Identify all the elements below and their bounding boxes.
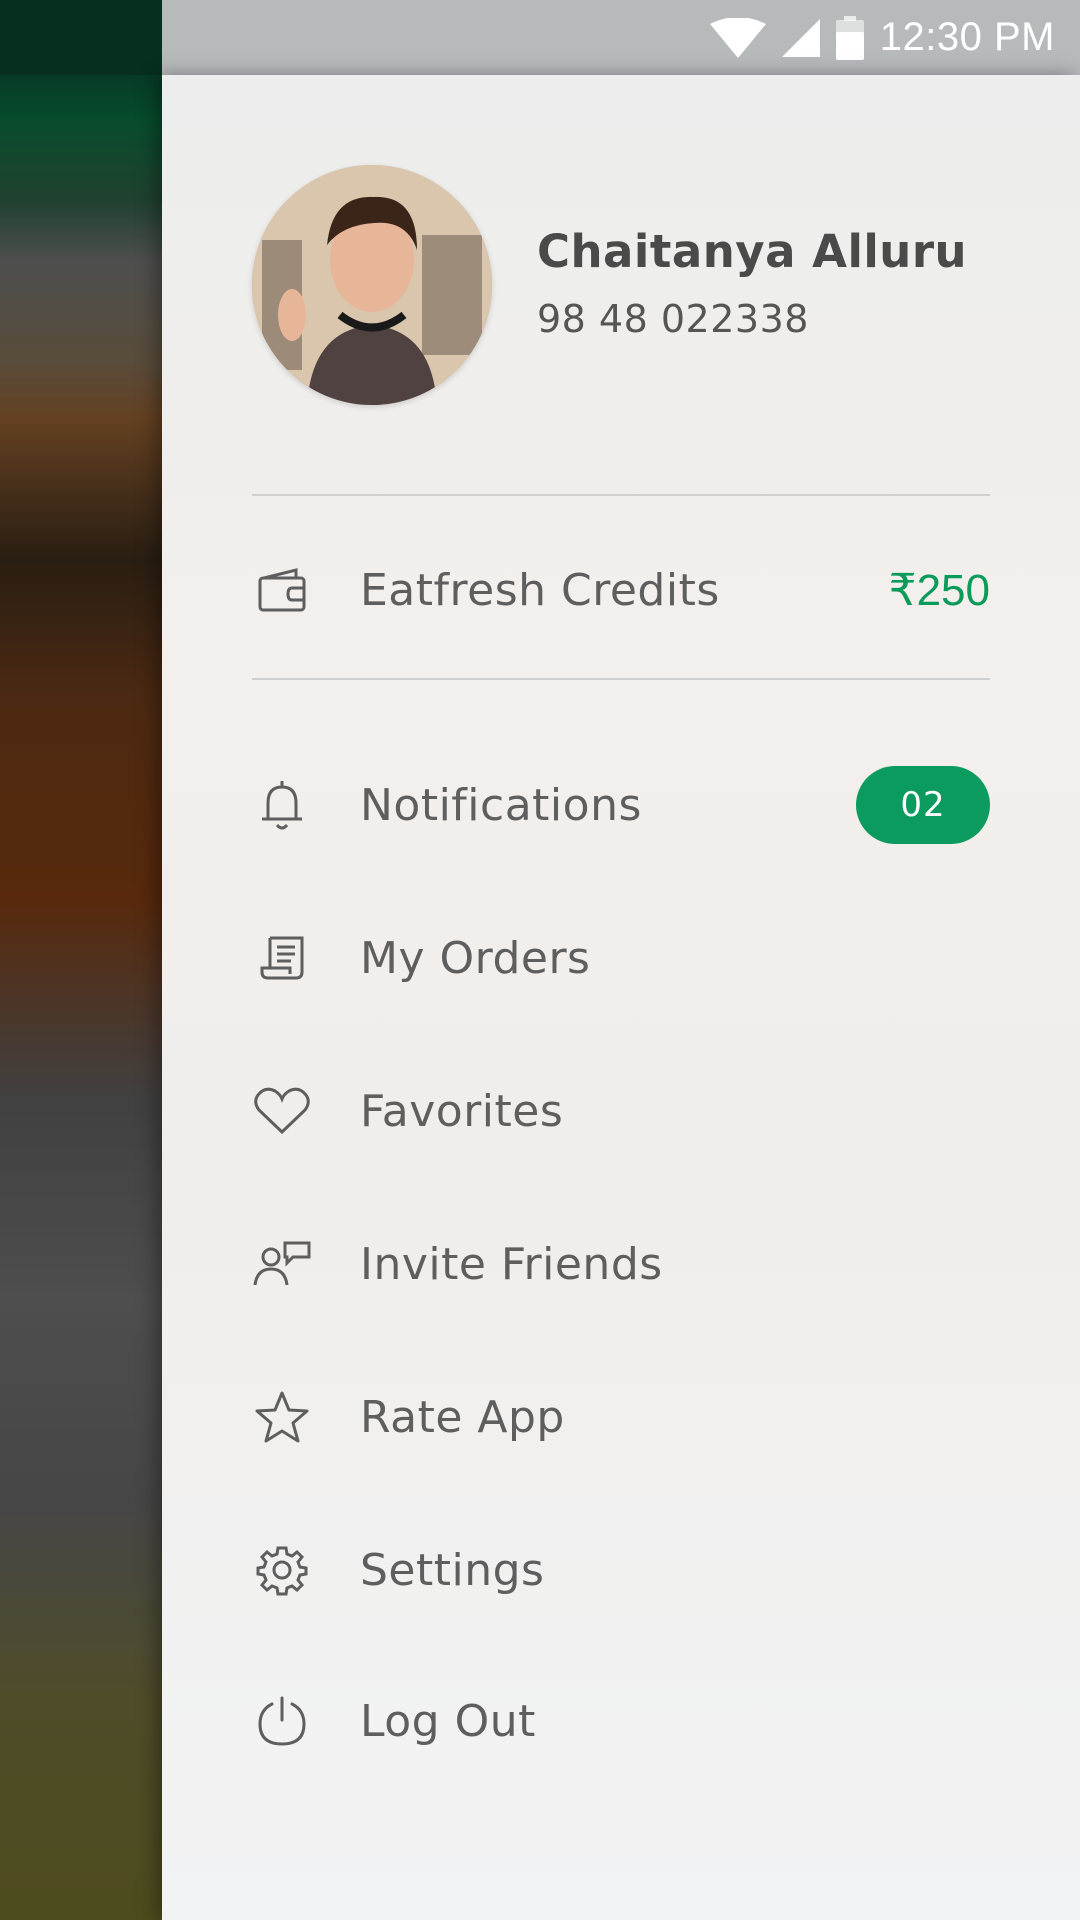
navigation-drawer: Chaitanya Alluru 98 48 022338 Eatfresh C… (162, 75, 1080, 1920)
menu-item-rate-app[interactable]: Rate App (252, 1372, 990, 1462)
background-screen[interactable] (0, 0, 162, 1920)
status-bar-overlay (0, 0, 162, 75)
menu-item-invite-friends[interactable]: Invite Friends (252, 1219, 990, 1309)
menu-item-label: Rate App (360, 1391, 565, 1443)
star-icon (252, 1387, 312, 1447)
menu-item-label: Favorites (360, 1085, 564, 1137)
credits-label: Eatfresh Credits (360, 564, 720, 616)
divider (252, 678, 990, 680)
divider (252, 494, 990, 496)
credits-value: ₹250 (888, 565, 990, 615)
power-icon (252, 1691, 312, 1751)
menu-item-favorites[interactable]: Favorites (252, 1066, 990, 1156)
menu-item-notifications[interactable]: Notifications 02 (252, 760, 990, 850)
cell-signal-icon (781, 18, 820, 57)
profile-phone: 98 48 022338 (537, 297, 809, 341)
menu-item-my-orders[interactable]: My Orders (252, 913, 990, 1003)
wallet-icon (252, 560, 312, 620)
status-time: 12:30 PM (879, 15, 1055, 59)
battery-icon (835, 15, 864, 60)
receipt-icon (252, 928, 312, 988)
status-bar: 12:30 PM (162, 0, 1080, 75)
wifi-icon (709, 17, 766, 58)
menu-item-log-out[interactable]: Log Out (252, 1676, 990, 1766)
menu-item-label: Notifications (360, 779, 642, 831)
menu-item-label: My Orders (360, 932, 591, 984)
credits-row[interactable]: Eatfresh Credits ₹250 (252, 545, 990, 635)
menu-item-settings[interactable]: Settings (252, 1525, 990, 1615)
notification-badge: 02 (856, 766, 990, 844)
menu-item-label: Invite Friends (360, 1238, 663, 1290)
menu-item-label: Log Out (360, 1695, 536, 1747)
invite-icon (252, 1234, 312, 1294)
menu-item-label: Settings (360, 1544, 545, 1596)
heart-icon (252, 1081, 312, 1141)
profile-name: Chaitanya Alluru (537, 225, 968, 278)
bell-icon (252, 775, 312, 835)
gear-icon (252, 1540, 312, 1600)
avatar[interactable] (252, 165, 492, 405)
